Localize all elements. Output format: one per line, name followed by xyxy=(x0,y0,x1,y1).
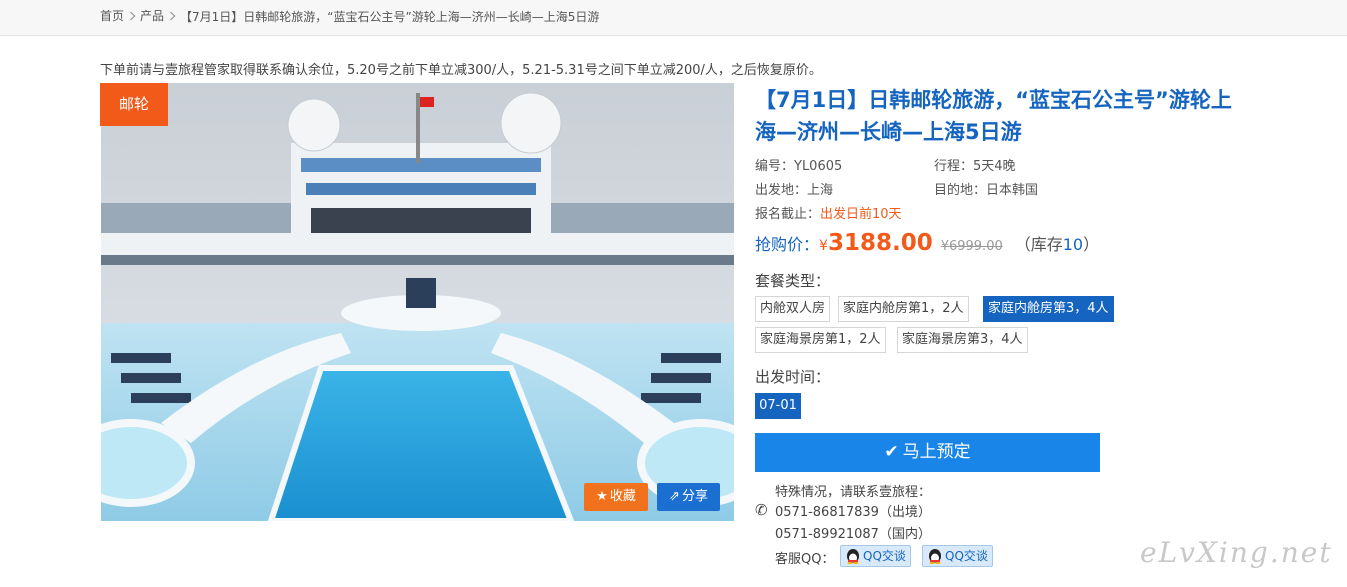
sale-price: 3188.00 xyxy=(827,230,933,256)
category-tag: 邮轮 xyxy=(100,83,168,126)
price-currency: ¥ xyxy=(819,238,828,254)
qq-penguin-icon xyxy=(847,549,859,564)
qq-penguin-icon xyxy=(929,549,941,564)
qq-label: 客服QQ： xyxy=(775,552,835,567)
stock-prefix: （库存 xyxy=(1014,235,1063,254)
departure-time-label: 出发时间： xyxy=(755,368,831,386)
product-title: 【7月1日】日韩邮轮旅游，“蓝宝石公主号”游轮上海—济州—长崎—上海5日游 xyxy=(755,88,1232,144)
breadcrumb-home-link[interactable]: 首页 xyxy=(100,9,124,23)
departure-date-option[interactable]: 07-01 xyxy=(755,393,801,419)
favorite-button[interactable]: ★ 收藏 xyxy=(584,483,648,511)
signup-deadline: 报名截止：出发日前10天 xyxy=(755,203,902,222)
star-icon: ★ xyxy=(596,489,608,504)
qq-chat-label: QQ交谈 xyxy=(863,549,906,563)
chevron-right-icon xyxy=(126,11,136,20)
package-option-selected[interactable]: 家庭内舱房第3，4人 xyxy=(983,296,1114,322)
qq-chat-button[interactable]: QQ交谈 xyxy=(840,545,911,567)
book-now-label: 马上预定 xyxy=(902,442,971,462)
contact-phone-outbound: 0571-86817839（出境） xyxy=(775,505,931,520)
phone-icon: ✆ xyxy=(755,501,768,519)
chevron-right-icon xyxy=(166,11,176,20)
package-option[interactable]: 家庭海景房第3，4人 xyxy=(897,327,1028,353)
share-button[interactable]: ⇗ 分享 xyxy=(657,483,720,511)
deadline-value: 出发日前10天 xyxy=(820,207,902,222)
check-icon: ✔ xyxy=(884,442,899,462)
book-now-button[interactable]: ✔ 马上预定 xyxy=(755,433,1100,472)
contact-phone-domestic: 0571-89921087（国内） xyxy=(775,527,931,542)
share-icon: ⇗ xyxy=(669,489,680,504)
booking-notice: 下单前请与壹旅程管家取得联系确认余位，5.20号之前下单立减300/人，5.21… xyxy=(100,63,822,78)
qq-chat-label: QQ交谈 xyxy=(945,549,988,563)
product-code: 编号：YL0605 xyxy=(755,159,843,174)
breadcrumb-current: 【7月1日】日韩邮轮旅游，“蓝宝石公主号”游轮上海—济州—长崎—上海5日游 xyxy=(180,10,600,24)
site-watermark: eLvXing.net xyxy=(1140,536,1333,569)
package-option[interactable]: 内舱双人房 xyxy=(755,296,831,322)
stock-count: 10 xyxy=(1062,235,1084,254)
price-row: 抢购价：¥3188.00 ¥6999.00 （库存10） xyxy=(755,230,1099,256)
package-option[interactable]: 家庭海景房第1，2人 xyxy=(755,327,886,353)
product-destination: 目的地：日本韩国 xyxy=(934,183,1039,198)
package-option[interactable]: 家庭内舱房第1，2人 xyxy=(838,296,969,322)
breadcrumb-bar: 首页 产品 【7月1日】日韩邮轮旅游，“蓝宝石公主号”游轮上海—济州—长崎—上海5日… xyxy=(0,0,1347,36)
breadcrumb-products-link[interactable]: 产品 xyxy=(140,9,164,23)
breadcrumb: 首页 产品 【7月1日】日韩邮轮旅游，“蓝宝石公主号”游轮上海—济州—长崎—上海5日… xyxy=(100,7,599,25)
product-photo xyxy=(101,83,734,521)
stock-info: （库存10） xyxy=(1015,235,1099,254)
product-departure: 出发地：上海 xyxy=(755,183,834,198)
share-label: 分享 xyxy=(681,489,708,504)
qq-chat-button[interactable]: QQ交谈 xyxy=(922,545,993,567)
stock-suffix: ） xyxy=(1083,235,1100,254)
contact-special: 特殊情况，请联系壹旅程： xyxy=(775,485,932,500)
product-itinerary: 行程：5天4晚 xyxy=(934,159,1016,174)
package-type-label: 套餐类型： xyxy=(755,272,831,290)
favorite-label: 收藏 xyxy=(609,489,636,504)
original-price: ¥6999.00 xyxy=(940,239,1003,254)
price-label: 抢购价： xyxy=(755,235,820,254)
deadline-label: 报名截止： xyxy=(755,207,821,222)
